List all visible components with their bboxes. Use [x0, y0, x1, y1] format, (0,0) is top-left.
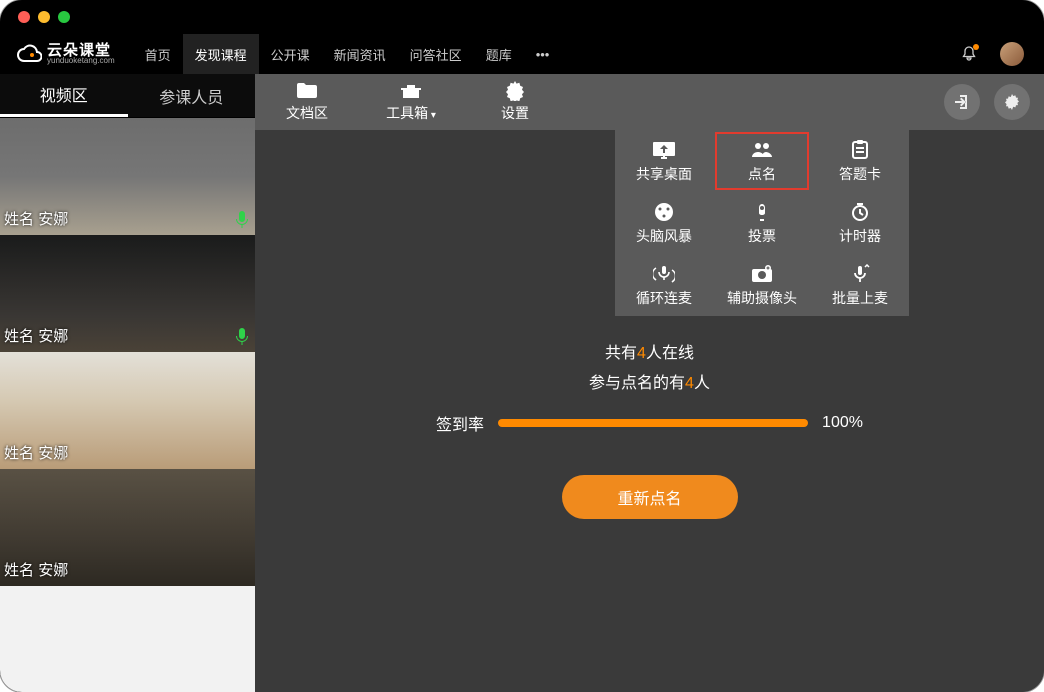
tab-video-area[interactable]: 视频区 [0, 74, 128, 117]
video-tile[interactable]: 姓名 安娜 [0, 118, 255, 235]
nav-home[interactable]: 首页 [133, 34, 183, 74]
signin-rate-label: 签到率 [436, 411, 484, 435]
video-list: 姓名 安娜 姓名 安娜 姓名 安娜 姓名 安娜 [0, 118, 255, 692]
tool-loop-mic[interactable]: 循环连麦 [615, 254, 713, 316]
video-tile-label: 姓名 安娜 [4, 325, 68, 346]
video-tile-label: 姓名 安娜 [4, 442, 68, 463]
restart-rollcall-button[interactable]: 重新点名 [562, 475, 738, 519]
camera-plus-icon [751, 263, 773, 285]
toolbox-icon [400, 81, 422, 101]
people-icon [750, 139, 774, 161]
video-tile[interactable]: 姓名 安娜 [0, 352, 255, 469]
rollcall-count-line: 参与点名的有4人 [589, 369, 710, 393]
nav-bank[interactable]: 题库 [474, 34, 524, 74]
folder-icon [296, 81, 318, 101]
avatar[interactable] [1000, 42, 1024, 66]
window-close-dot[interactable] [18, 11, 30, 23]
signin-rate-row: 签到率 100% [436, 411, 863, 435]
nav-open[interactable]: 公开课 [259, 34, 322, 74]
sidebar: 视频区 参课人员 姓名 安娜 姓名 安娜 姓名 安娜 姓名 安娜 [0, 74, 255, 692]
toolbar-settings[interactable]: 设置 [463, 74, 567, 130]
vote-icon [752, 201, 772, 223]
window-minimize-dot[interactable] [38, 11, 50, 23]
logo-subtext: yunduoketang.com [47, 56, 115, 65]
tool-timer[interactable]: 计时器 [811, 192, 909, 254]
nav-news[interactable]: 新闻资讯 [322, 34, 398, 74]
top-nav: 云朵课堂 yunduoketang.com 首页 发现课程 公开课 新闻资讯 问… [0, 34, 1044, 74]
notification-badge [973, 44, 979, 50]
mic-icon[interactable] [235, 328, 249, 346]
video-tile-empty [0, 586, 255, 692]
cloud-icon [16, 44, 42, 64]
bell-icon[interactable] [960, 45, 978, 63]
progress-bar [498, 419, 808, 427]
tool-answer-card[interactable]: 答题卡 [811, 130, 909, 192]
tool-share-desktop[interactable]: 共享桌面 [615, 130, 713, 192]
gear-icon [505, 81, 525, 101]
exit-button[interactable] [944, 84, 980, 120]
mic-icon[interactable] [235, 211, 249, 229]
toolbar-toolbox[interactable]: 工具箱 [359, 74, 463, 130]
toolbar-doc-area[interactable]: 文档区 [255, 74, 359, 130]
nav-more[interactable]: ••• [524, 34, 562, 74]
tool-batch-mic[interactable]: 批量上麦 [811, 254, 909, 316]
tool-aux-camera[interactable]: 辅助摄像头 [713, 254, 811, 316]
video-tile[interactable]: 姓名 安娜 [0, 235, 255, 352]
nav-qa[interactable]: 问答社区 [398, 34, 474, 74]
tool-vote[interactable]: 投票 [713, 192, 811, 254]
tab-participants[interactable]: 参课人员 [128, 74, 256, 117]
main-toolbar: 文档区 工具箱 设置 [255, 74, 1044, 130]
mic-up-icon [850, 263, 870, 285]
loop-mic-icon [653, 263, 675, 285]
sidebar-tabs: 视频区 参课人员 [0, 74, 255, 118]
main-area: 文档区 工具箱 设置 [255, 74, 1044, 692]
clipboard-icon [850, 139, 870, 161]
toolbox-panel: 共享桌面 点名 答题卡 头脑风暴 投票 [615, 130, 909, 316]
video-tile-label: 姓名 安娜 [4, 208, 68, 229]
tool-brainstorm[interactable]: 头脑风暴 [615, 192, 713, 254]
online-count-line: 共有4人在线 [605, 339, 694, 363]
screen-share-icon [652, 139, 676, 161]
tool-roll-call[interactable]: 点名 [713, 130, 811, 192]
app-window: 云朵课堂 yunduoketang.com 首页 发现课程 公开课 新闻资讯 问… [0, 0, 1044, 692]
window-maximize-dot[interactable] [58, 11, 70, 23]
nav-discover[interactable]: 发现课程 [183, 34, 259, 74]
film-icon [654, 201, 674, 223]
video-tile[interactable]: 姓名 安娜 [0, 469, 255, 586]
titlebar [0, 0, 1044, 34]
logo[interactable]: 云朵课堂 yunduoketang.com [4, 43, 125, 65]
signin-rate-value: 100% [822, 414, 863, 432]
timer-icon [850, 201, 870, 223]
video-tile-label: 姓名 安娜 [4, 559, 68, 580]
settings-button[interactable] [994, 84, 1030, 120]
